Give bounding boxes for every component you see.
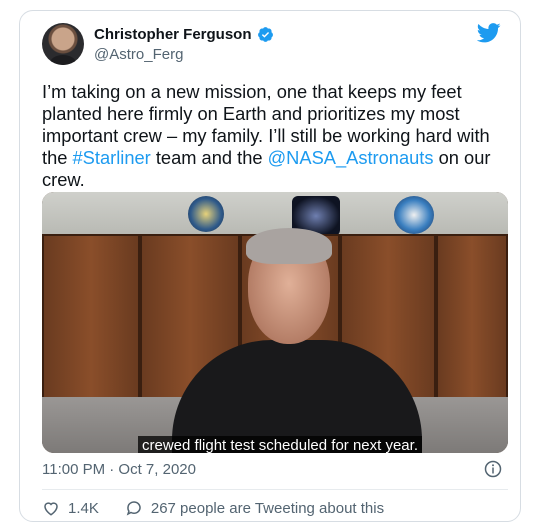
verified-badge-icon: [257, 27, 273, 42]
tweet-body: I’m taking on a new mission, one that ke…: [42, 81, 512, 191]
like-button[interactable]: 1.4K: [42, 499, 99, 517]
tweet-timestamp[interactable]: 11:00 PM · Oct 7, 2020: [42, 461, 196, 478]
info-icon[interactable]: [484, 460, 502, 478]
conversation-button[interactable]: 267 people are Tweeting about this: [125, 499, 384, 517]
video-caption: crewed flight test scheduled for next ye…: [138, 436, 422, 453]
twitter-bird-icon[interactable]: [477, 23, 501, 43]
divider: [42, 489, 508, 490]
author-name-row: Christopher Ferguson: [94, 26, 274, 43]
author-handle[interactable]: @Astro_Ferg: [94, 46, 183, 63]
person-hair: [246, 228, 332, 264]
tweet-card: Christopher Ferguson @Astro_Ferg I’m tak…: [19, 10, 521, 522]
tweet-actions: 1.4K 267 people are Tweeting about this: [42, 499, 410, 517]
video-background-wall: [42, 192, 508, 234]
video-player[interactable]: crewed flight test scheduled for next ye…: [42, 192, 508, 453]
heart-icon: [44, 502, 58, 516]
author-display-name[interactable]: Christopher Ferguson: [94, 26, 252, 43]
hashtag-link[interactable]: #Starliner: [73, 147, 151, 168]
like-count: 1.4K: [68, 499, 99, 517]
tweet-text-part-2: team and the: [150, 147, 268, 168]
avatar[interactable]: [42, 23, 84, 65]
mission-patch-image: [394, 196, 434, 234]
mention-link[interactable]: @NASA_Astronauts: [268, 147, 434, 168]
cabinet: [436, 234, 508, 400]
cabinet: [42, 234, 140, 400]
speech-bubble-icon: [126, 501, 141, 516]
mission-patch-image: [188, 196, 224, 232]
conversation-count: 267 people are Tweeting about this: [150, 499, 385, 517]
